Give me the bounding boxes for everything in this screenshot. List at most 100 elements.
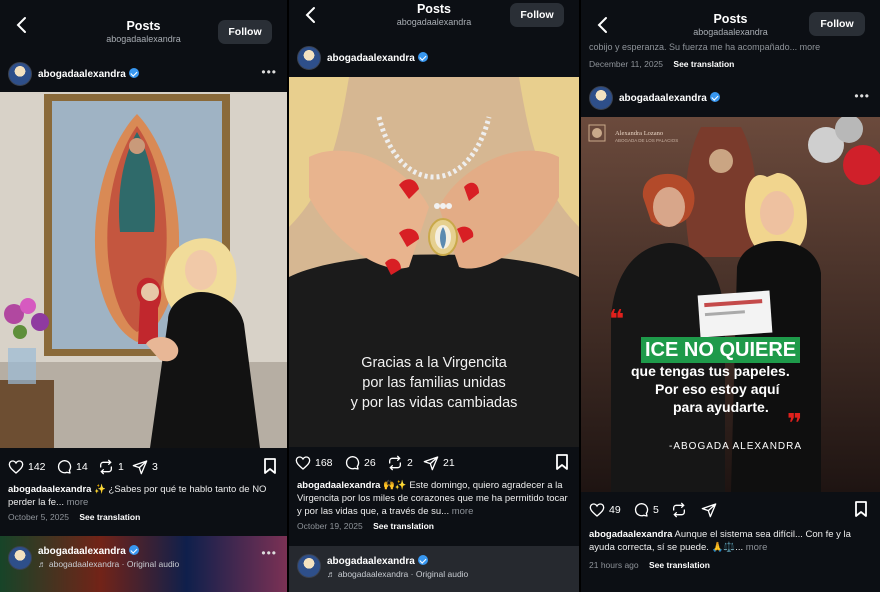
repost-action[interactable] (671, 499, 691, 521)
post-date: October 19, 2025 (297, 521, 363, 531)
audio-label[interactable]: ♬ abogadaalexandra · Original audio (38, 559, 179, 569)
overlay-line-3: y por las vidas cambiadas (350, 395, 518, 411)
comment-count: 26 (364, 457, 376, 469)
post-photo[interactable]: Gracias a la Virgencita por las familias… (289, 77, 579, 447)
heart-icon[interactable] (589, 502, 605, 518)
avatar[interactable] (8, 62, 32, 86)
overlay-line-2: por las familias unidas (362, 375, 506, 391)
logo-subtitle: ABOGADA DE LOS PALACIOS (615, 138, 679, 143)
post-photo[interactable] (0, 92, 287, 448)
share-action[interactable]: 3 (132, 456, 158, 478)
more-link[interactable]: more (67, 497, 89, 508)
caption-username[interactable]: abogadaalexandra (8, 484, 91, 495)
see-translation-link[interactable]: See translation (79, 512, 140, 522)
post-date-line: 21 hours ago See translation (589, 560, 710, 570)
follow-button[interactable]: Follow (809, 12, 865, 36)
username-text[interactable]: abogadaalexandra (327, 53, 415, 64)
quote-open-icon: ❝ (609, 304, 625, 334)
verified-badge-icon (128, 545, 139, 555)
screenshot-collage: Posts abogadaalexandra Follow abogadaale… (0, 0, 880, 592)
heart-icon[interactable] (8, 459, 24, 475)
post-username[interactable]: abogadaalexandra (619, 92, 720, 104)
post-panel-3: Posts abogadaalexandra Follow cobijo y e… (581, 0, 880, 592)
repost-count: 1 (118, 461, 124, 473)
comment-icon[interactable] (56, 459, 72, 475)
next-avatar[interactable] (297, 554, 321, 578)
share-count: 3 (152, 461, 158, 473)
follow-button[interactable]: Follow (510, 3, 564, 27)
top-bar: Posts abogadaalexandra Follow (0, 0, 287, 52)
send-icon[interactable] (132, 459, 148, 475)
more-options-icon[interactable]: ••• (261, 65, 277, 79)
avatar[interactable] (297, 46, 321, 70)
signature-text: -ABOGADA ALEXANDRA (669, 441, 803, 452)
next-username-text[interactable]: abogadaalexandra (327, 556, 415, 567)
comment-count: 5 (653, 504, 659, 516)
post-caption: abogadaalexandra Aunque el sistema sea d… (589, 528, 872, 554)
next-post-username[interactable]: abogadaalexandra (327, 555, 428, 567)
send-icon[interactable] (423, 455, 439, 471)
caption-username[interactable]: abogadaalexandra (589, 529, 672, 540)
bookmark-icon[interactable] (854, 501, 868, 517)
repost-count: 2 (407, 457, 413, 469)
more-options-icon[interactable]: ••• (261, 546, 277, 560)
share-action[interactable]: 21 (423, 452, 455, 474)
next-avatar[interactable] (8, 546, 32, 570)
photo-illustration (0, 92, 287, 448)
avatar[interactable] (589, 86, 613, 110)
verified-badge-icon (417, 555, 428, 565)
headline-line-2: Por eso estoy aquí (655, 381, 780, 397)
heart-icon[interactable] (295, 455, 311, 471)
photo-overlay-text: Gracias a la Virgencita por las familias… (289, 353, 579, 413)
post-date: 21 hours ago (589, 560, 639, 570)
send-icon[interactable] (701, 502, 717, 518)
comment-icon[interactable] (344, 455, 360, 471)
repost-icon[interactable] (671, 502, 687, 518)
bookmark-icon[interactable] (555, 454, 569, 470)
follow-button[interactable]: Follow (218, 20, 272, 44)
headline-badge: ICE NO QUIERE (641, 337, 801, 363)
like-count: 168 (315, 457, 333, 469)
post-date: October 5, 2025 (8, 512, 69, 522)
prev-more-link[interactable]: more (800, 42, 821, 52)
post-actions: 168 26 2 21 (289, 452, 579, 474)
post-caption: abogadaalexandra ✨ ¿Sabes por qué te hab… (8, 483, 279, 509)
see-translation-link[interactable]: See translation (649, 560, 710, 570)
more-link[interactable]: more (452, 506, 474, 517)
previous-post-tail: cobijo y esperanza. Su fuerza me ha acom… (589, 42, 872, 52)
like-count: 142 (28, 461, 46, 473)
post-username[interactable]: abogadaalexandra (38, 68, 139, 80)
username-text[interactable]: abogadaalexandra (38, 69, 126, 80)
repost-action[interactable]: 1 (98, 456, 124, 478)
like-action[interactable]: 49 (589, 499, 621, 521)
post-date-line: October 5, 2025 See translation (8, 512, 140, 522)
more-options-icon[interactable]: ••• (854, 89, 870, 103)
like-action[interactable]: 142 (8, 456, 46, 478)
more-link[interactable]: more (746, 542, 768, 553)
audio-label[interactable]: ♬ abogadaalexandra · Original audio (327, 569, 468, 579)
comment-action[interactable]: 14 (56, 456, 88, 478)
repost-icon[interactable] (98, 459, 114, 475)
comment-icon[interactable] (633, 502, 649, 518)
next-post-username[interactable]: abogadaalexandra (38, 545, 139, 557)
username-text[interactable]: abogadaalexandra (619, 93, 707, 104)
share-action[interactable] (701, 499, 721, 521)
comment-action[interactable]: 5 (633, 499, 659, 521)
prev-date-line: December 11, 2025 See translation (589, 59, 734, 69)
see-translation-link[interactable]: See translation (373, 521, 434, 531)
comment-action[interactable]: 26 (344, 452, 376, 474)
verified-badge-icon (709, 92, 720, 102)
repost-action[interactable]: 2 (387, 452, 413, 474)
see-translation-link[interactable]: See translation (673, 59, 734, 69)
post-photo[interactable]: Alexandra Lozano ABOGADA DE LOS PALACIOS… (581, 117, 880, 492)
next-username-text[interactable]: abogadaalexandra (38, 546, 126, 557)
repost-icon[interactable] (387, 455, 403, 471)
like-action[interactable]: 168 (295, 452, 333, 474)
quote-close-icon: ❞ (787, 408, 803, 438)
bookmark-icon[interactable] (263, 458, 277, 474)
post-panel-1: Posts abogadaalexandra Follow abogadaale… (0, 0, 287, 592)
prev-caption: cobijo y esperanza. Su fuerza me ha acom… (589, 42, 798, 52)
caption-username[interactable]: abogadaalexandra (297, 480, 380, 491)
photo-illustration (581, 117, 880, 492)
post-username[interactable]: abogadaalexandra (327, 52, 428, 64)
